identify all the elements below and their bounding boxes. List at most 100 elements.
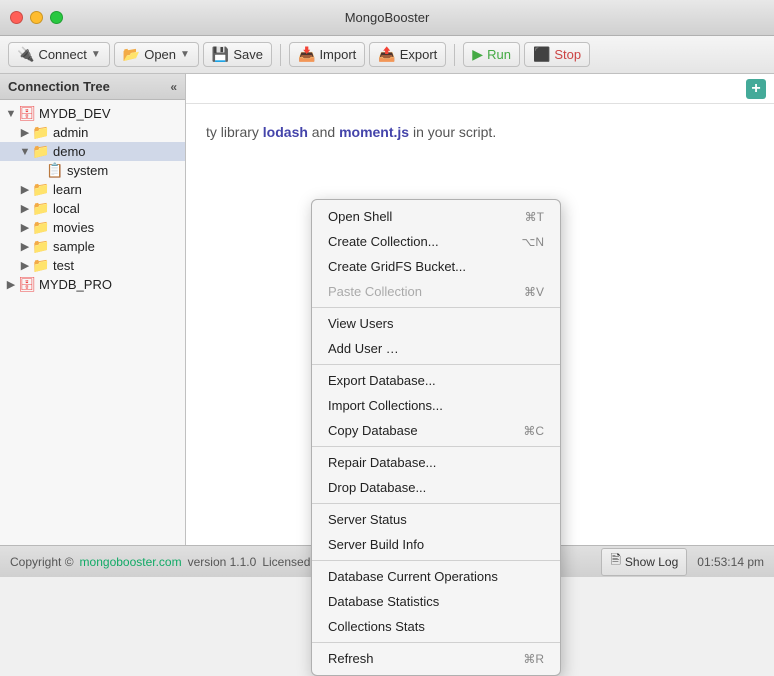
minimize-button[interactable] [30,11,43,24]
export-label: Export [400,47,438,62]
tree-item-mydb-dev[interactable]: ▼ 🗄 MYDB_DEV [0,104,185,123]
menu-separator-6 [312,642,560,643]
run-button[interactable]: ▶ Run [463,42,520,67]
expand-icon: ▶ [18,259,32,272]
expand-icon: ▼ [18,146,32,158]
content-text-middle: and [308,124,339,140]
menu-item-drop-database[interactable]: Drop Database... [312,475,560,500]
menu-shortcut-refresh: ⌘R [523,652,544,666]
open-dropdown-arrow: ▼ [180,49,190,60]
menu-shortcut-create-collection: ⌥N [522,235,545,249]
context-menu: Open Shell ⌘T Create Collection... ⌥N Cr… [311,199,561,676]
open-label: Open [144,47,176,62]
tree-label-mydb-pro: MYDB_PRO [39,277,112,292]
toolbar-separator-2 [454,44,455,66]
db-icon: 🗄 [18,107,36,121]
tree-item-demo[interactable]: ▼ 📁 demo [0,142,185,161]
export-button[interactable]: 📤 Export [369,42,446,67]
tree-item-system[interactable]: 📋 system [0,161,185,180]
toolbar-separator-1 [280,44,281,66]
menu-shortcut-paste-collection: ⌘V [524,285,544,299]
website-link[interactable]: mongobooster.com [80,555,182,569]
menu-item-server-status[interactable]: Server Status [312,507,560,532]
connect-icon: 🔌 [17,46,34,63]
tree-item-mydb-pro[interactable]: ▶ 🗄 MYDB_PRO [0,275,185,294]
tree-item-test[interactable]: ▶ 📁 test [0,256,185,275]
menu-label-refresh: Refresh [328,651,374,666]
menu-item-add-user[interactable]: Add User … [312,336,560,361]
version-text: version 1.1.0 [188,555,257,569]
show-log-button[interactable]: 🖹 Show Log [601,548,687,576]
menu-label-add-user: Add User … [328,341,399,356]
menu-item-paste-collection: Paste Collection ⌘V [312,279,560,304]
content-area: + ty library lodash and moment.js in you… [186,74,774,545]
expand-icon: ▶ [18,202,32,215]
stop-icon: ⬛ [533,46,550,63]
folder-icon: 📁 [32,202,50,216]
main-layout: Connection Tree « ▼ 🗄 MYDB_DEV ▶ 📁 admin… [0,74,774,545]
tree-label-mydb-dev: MYDB_DEV [39,106,111,121]
menu-item-repair-database[interactable]: Repair Database... [312,450,560,475]
expand-icon: ▶ [18,221,32,234]
menu-label-open-shell: Open Shell [328,209,392,224]
stop-label: Stop [554,47,581,62]
menu-item-server-build-info[interactable]: Server Build Info [312,532,560,557]
open-button[interactable]: 📂 Open ▼ [114,42,199,67]
tree-item-admin[interactable]: ▶ 📁 admin [0,123,185,142]
menu-item-collections-stats[interactable]: Collections Stats [312,614,560,639]
menu-item-open-shell[interactable]: Open Shell ⌘T [312,204,560,229]
statusbar-right: 🖹 Show Log 01:53:14 pm [601,548,764,576]
sidebar-collapse-button[interactable]: « [170,80,177,94]
expand-icon [32,165,46,177]
import-icon: 📥 [298,46,315,63]
collection-icon: 📋 [46,164,64,178]
tree-label-movies: movies [53,220,94,235]
tree-item-sample[interactable]: ▶ 📁 sample [0,237,185,256]
run-label: Run [487,47,511,62]
menu-separator-5 [312,560,560,561]
tree-label-learn: learn [53,182,82,197]
folder-icon: 📁 [32,221,50,235]
content-toolbar: + [186,74,774,104]
content-text-before: ty library [206,124,263,140]
stop-button[interactable]: ⬛ Stop [524,42,590,67]
import-button[interactable]: 📥 Import [289,42,365,67]
import-label: Import [319,47,356,62]
tree-label-local: local [53,201,80,216]
folder-icon: 📁 [32,240,50,254]
traffic-lights [10,11,63,24]
expand-icon: ▶ [18,183,32,196]
tree-item-learn[interactable]: ▶ 📁 learn [0,180,185,199]
close-button[interactable] [10,11,23,24]
menu-item-copy-database[interactable]: Copy Database ⌘C [312,418,560,443]
content-link-lodash[interactable]: lodash [263,124,308,140]
folder-icon: 📁 [32,145,50,159]
sidebar-title: Connection Tree [8,79,110,94]
menu-separator-2 [312,364,560,365]
menu-item-create-collection[interactable]: Create Collection... ⌥N [312,229,560,254]
window-title: MongoBooster [345,10,430,25]
menu-label-create-collection: Create Collection... [328,234,439,249]
menu-label-copy-database: Copy Database [328,423,418,438]
menu-item-export-database[interactable]: Export Database... [312,368,560,393]
save-icon: 💾 [212,46,229,63]
menu-item-refresh[interactable]: Refresh ⌘R [312,646,560,671]
menu-label-server-build-info: Server Build Info [328,537,424,552]
add-tab-button[interactable]: + [746,79,766,99]
menu-item-import-collections[interactable]: Import Collections... [312,393,560,418]
content-text-after: in your script. [409,124,496,140]
connect-button[interactable]: 🔌 Connect ▼ [8,42,110,67]
expand-icon: ▼ [4,108,18,120]
menu-item-db-statistics[interactable]: Database Statistics [312,589,560,614]
menu-item-view-users[interactable]: View Users [312,311,560,336]
tree-item-movies[interactable]: ▶ 📁 movies [0,218,185,237]
content-body: ty library lodash and moment.js in your … [186,104,774,160]
expand-icon: ▶ [18,240,32,253]
tree-label-sample: sample [53,239,95,254]
save-button[interactable]: 💾 Save [203,42,272,67]
toolbar: 🔌 Connect ▼ 📂 Open ▼ 💾 Save 📥 Import 📤 E… [0,36,774,74]
menu-item-create-gridfs-bucket[interactable]: Create GridFS Bucket... [312,254,560,279]
maximize-button[interactable] [50,11,63,24]
tree-item-local[interactable]: ▶ 📁 local [0,199,185,218]
content-link-momentjs[interactable]: moment.js [339,124,409,140]
